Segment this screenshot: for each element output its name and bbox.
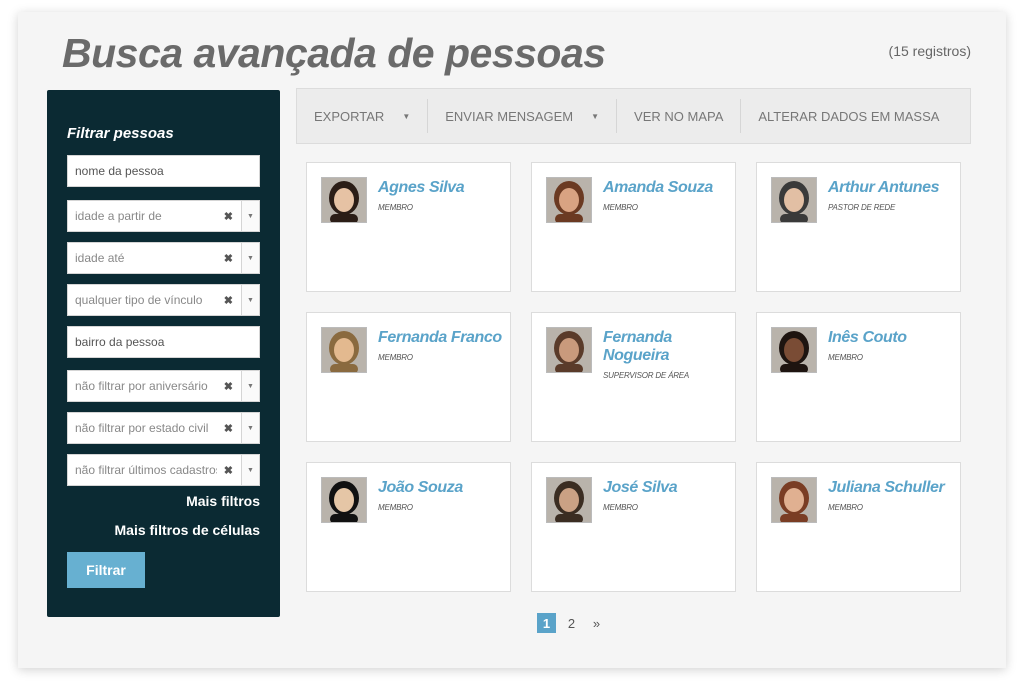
view-map-label: VER NO MAPA xyxy=(634,108,724,124)
age-to-select[interactable]: idade até ✖ ▼ xyxy=(67,242,260,274)
name-input[interactable]: nome da pessoa xyxy=(67,155,260,187)
bulk-edit-label: ALTERAR DADOS EM MASSA xyxy=(758,108,940,124)
avatar[interactable] xyxy=(321,177,367,223)
avatar[interactable] xyxy=(546,177,592,223)
person-card[interactable]: Inês Couto MEMBRO xyxy=(756,312,961,442)
person-name[interactable]: Agnes Silva xyxy=(378,179,503,197)
export-label: EXPORTAR xyxy=(314,108,385,124)
person-name[interactable]: Fernanda Franco xyxy=(378,329,503,347)
person-card[interactable]: Agnes Silva MEMBRO xyxy=(306,162,511,292)
birthday-select[interactable]: não filtrar por aniversário ✖ ▼ xyxy=(67,370,260,402)
age-from-label: idade a partir de xyxy=(75,209,162,223)
view-map-button[interactable]: VER NO MAPA xyxy=(617,99,742,133)
pagination: 1 2 » xyxy=(537,613,606,633)
person-role: PASTOR DE REDE xyxy=(828,203,896,212)
person-name[interactable]: Amanda Souza xyxy=(603,179,728,197)
person-card[interactable]: Juliana Schuller MEMBRO xyxy=(756,462,961,592)
filter-sidebar: Filtrar pessoas nome da pessoa idade a p… xyxy=(47,90,280,617)
marital-status-select[interactable]: não filtrar por estado civil ✖ ▼ xyxy=(67,412,260,444)
clear-icon[interactable]: ✖ xyxy=(224,464,233,477)
person-role: MEMBRO xyxy=(603,203,638,212)
avatar[interactable] xyxy=(771,477,817,523)
person-role: MEMBRO xyxy=(378,203,413,212)
avatar[interactable] xyxy=(771,177,817,223)
action-toolbar: EXPORTAR ▼ ENVIAR MENSAGEM ▼ VER NO MAPA… xyxy=(296,88,971,144)
avatar[interactable] xyxy=(546,477,592,523)
person-card[interactable]: João Souza MEMBRO xyxy=(306,462,511,592)
sidebar-title: Filtrar pessoas xyxy=(67,125,174,142)
last-registrations-label: não filtrar últimos cadastros xyxy=(75,463,217,477)
caret-down-icon: ▼ xyxy=(402,111,411,121)
person-card[interactable]: José Silva MEMBRO xyxy=(531,462,736,592)
link-type-select[interactable]: qualquer tipo de vínculo ✖ ▼ xyxy=(67,284,260,316)
record-count: (15 registros) xyxy=(888,43,971,59)
filter-button[interactable]: Filtrar xyxy=(67,552,145,588)
chevron-down-icon[interactable]: ▼ xyxy=(241,243,259,273)
person-card[interactable]: Arthur Antunes PASTOR DE REDE xyxy=(756,162,961,292)
chevron-down-icon[interactable]: ▼ xyxy=(241,201,259,231)
person-name[interactable]: Fernanda Nogueira xyxy=(603,329,728,365)
avatar[interactable] xyxy=(321,477,367,523)
last-registrations-select[interactable]: não filtrar últimos cadastros ✖ ▼ xyxy=(67,454,260,486)
page-1-link[interactable]: 1 xyxy=(537,613,556,633)
marital-status-label: não filtrar por estado civil xyxy=(75,421,209,435)
age-to-label: idade até xyxy=(75,251,125,265)
avatar[interactable] xyxy=(771,327,817,373)
age-from-select[interactable]: idade a partir de ✖ ▼ xyxy=(67,200,260,232)
caret-down-icon: ▼ xyxy=(591,111,600,121)
person-name[interactable]: João Souza xyxy=(378,479,503,497)
chevron-down-icon[interactable]: ▼ xyxy=(241,371,259,401)
avatar[interactable] xyxy=(321,327,367,373)
person-role: SUPERVISOR DE ÁREA xyxy=(603,371,690,380)
person-card[interactable]: Amanda Souza MEMBRO xyxy=(531,162,736,292)
bulk-edit-button[interactable]: ALTERAR DADOS EM MASSA xyxy=(741,99,956,133)
person-card[interactable]: Fernanda Franco MEMBRO xyxy=(306,312,511,442)
export-dropdown[interactable]: EXPORTAR ▼ xyxy=(297,99,429,133)
chevron-down-icon[interactable]: ▼ xyxy=(241,455,259,485)
person-role: MEMBRO xyxy=(828,353,863,362)
clear-icon[interactable]: ✖ xyxy=(224,422,233,435)
clear-icon[interactable]: ✖ xyxy=(224,294,233,307)
person-role: MEMBRO xyxy=(378,503,413,512)
person-role: MEMBRO xyxy=(828,503,863,512)
more-cell-filters-link[interactable]: Mais filtros de células xyxy=(115,522,261,538)
clear-icon[interactable]: ✖ xyxy=(224,380,233,393)
chevron-down-icon[interactable]: ▼ xyxy=(241,285,259,315)
avatar[interactable] xyxy=(546,327,592,373)
next-page-link[interactable]: » xyxy=(587,613,606,633)
person-name[interactable]: Inês Couto xyxy=(828,329,953,347)
chevron-down-icon[interactable]: ▼ xyxy=(241,413,259,443)
clear-icon[interactable]: ✖ xyxy=(224,252,233,265)
clear-icon[interactable]: ✖ xyxy=(224,210,233,223)
send-message-dropdown[interactable]: ENVIAR MENSAGEM ▼ xyxy=(428,99,618,133)
more-filters-link[interactable]: Mais filtros xyxy=(186,493,260,509)
person-name[interactable]: José Silva xyxy=(603,479,728,497)
person-role: MEMBRO xyxy=(378,353,413,362)
person-card[interactable]: Fernanda Nogueira SUPERVISOR DE ÁREA xyxy=(531,312,736,442)
page-2-link[interactable]: 2 xyxy=(562,613,581,633)
send-message-label: ENVIAR MENSAGEM xyxy=(445,108,574,124)
person-name[interactable]: Juliana Schuller xyxy=(828,479,953,497)
birthday-label: não filtrar por aniversário xyxy=(75,379,208,393)
page-title: Busca avançada de pessoas xyxy=(62,30,606,76)
person-name[interactable]: Arthur Antunes xyxy=(828,179,953,197)
link-type-label: qualquer tipo de vínculo xyxy=(75,293,203,307)
neighborhood-input[interactable]: bairro da pessoa xyxy=(67,326,260,358)
person-role: MEMBRO xyxy=(603,503,638,512)
